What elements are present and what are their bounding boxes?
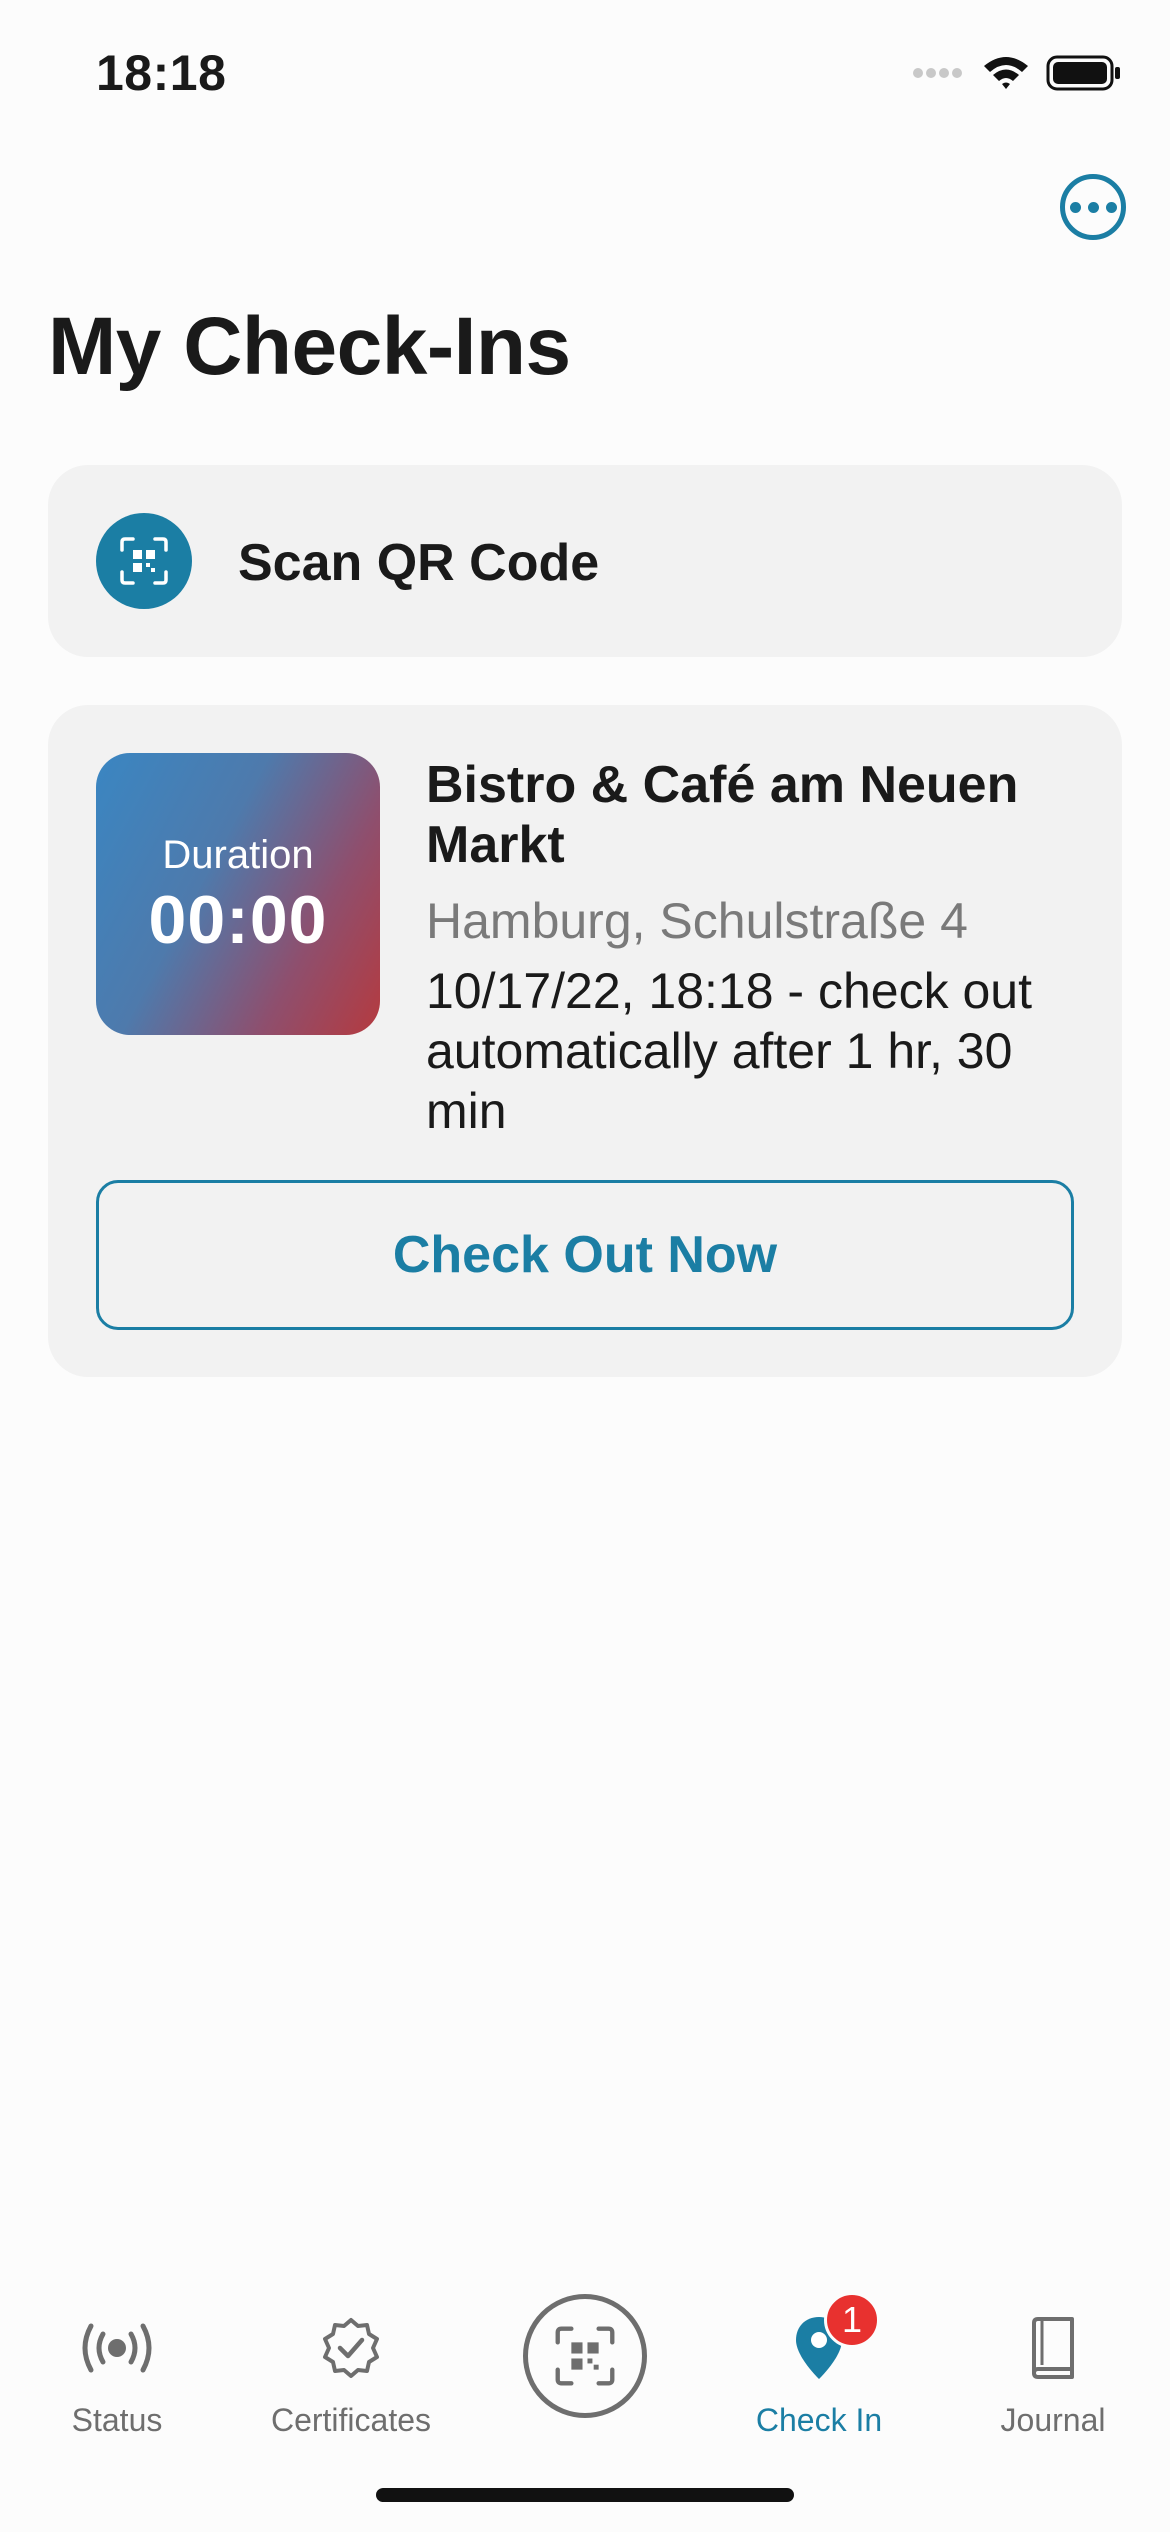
broadcast-icon	[0, 2300, 234, 2396]
wifi-icon	[984, 57, 1028, 89]
duration-value: 00:00	[148, 882, 328, 958]
tab-scan-button[interactable]	[523, 2294, 647, 2418]
certificate-icon	[234, 2300, 468, 2396]
venue-address: Hamburg, Schulstraße 4	[426, 893, 968, 949]
tab-journal-label: Journal	[1000, 2402, 1106, 2438]
tab-certificates[interactable]: Certificates	[234, 2300, 468, 2439]
duration-tile: Duration 00:00	[96, 753, 380, 1035]
tab-journal[interactable]: Journal	[936, 2300, 1170, 2439]
page-title: My Check-Ins	[48, 301, 571, 392]
tab-certificates-label: Certificates	[270, 2402, 432, 2438]
cellular-signal-icon	[913, 68, 962, 78]
tab-check-in-label: Check In	[755, 2402, 883, 2438]
venue-name: Bistro & Café am Neuen Markt	[426, 756, 1019, 874]
check-out-now-button[interactable]: Check Out Now	[96, 1180, 1074, 1330]
tab-status[interactable]: Status	[0, 2300, 234, 2439]
battery-icon	[1046, 55, 1120, 91]
home-indicator[interactable]	[376, 2488, 794, 2502]
status-icons	[912, 50, 1122, 96]
status-time: 18:18	[96, 45, 227, 101]
checkin-info: 10/17/22, 18:18 - check out automaticall…	[426, 963, 1032, 1139]
more-options-button[interactable]	[1060, 174, 1126, 240]
more-dot	[1069, 201, 1081, 213]
checkin-card: Duration 00:00 Bistro & Café am Neuen Ma…	[48, 705, 1122, 1377]
status-bar: 18:18	[0, 0, 1170, 150]
location-pin-icon: 1	[702, 2292, 936, 2396]
qr-scan-icon	[555, 2326, 615, 2386]
duration-label: Duration	[162, 833, 314, 877]
scan-qr-label: Scan QR Code	[238, 534, 600, 592]
notification-badge: 1	[824, 2292, 880, 2348]
scan-qr-card[interactable]: Scan QR Code	[48, 465, 1122, 657]
more-dot	[1105, 201, 1117, 213]
tab-status-label: Status	[71, 2402, 163, 2438]
book-icon	[936, 2300, 1170, 2396]
more-dot	[1087, 201, 1099, 213]
qr-scan-icon	[96, 513, 192, 609]
tab-check-in[interactable]: 1 Check In	[702, 2292, 936, 2439]
